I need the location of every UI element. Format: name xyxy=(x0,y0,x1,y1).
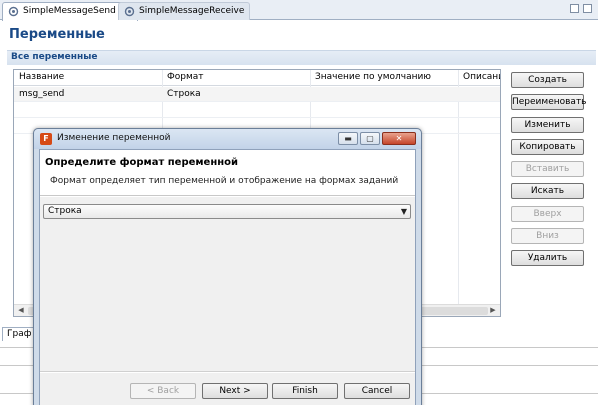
dialog-footer: < Back Next > Finish Cancel xyxy=(40,373,415,405)
minimize-icon[interactable] xyxy=(570,4,579,13)
cell-name: msg_send xyxy=(19,89,65,99)
maximize-icon[interactable] xyxy=(583,4,592,13)
chevron-down-icon[interactable]: ▼ xyxy=(401,207,407,216)
column-header-default[interactable]: Значение по умолчанию xyxy=(315,72,431,82)
back-button[interactable]: < Back xyxy=(130,383,196,399)
dialog-header-title: Определите формат переменной xyxy=(45,157,239,168)
column-header-format[interactable]: Формат xyxy=(167,72,204,82)
editor-tab-bar: SimpleMessageSend ⊠ SimpleMessageReceive xyxy=(0,0,598,21)
tab-graph[interactable]: Граф xyxy=(2,327,37,341)
column-header-name[interactable]: Название xyxy=(19,72,64,82)
scroll-right-icon[interactable]: ▶ xyxy=(488,306,498,316)
tab-label: SimpleMessageSend xyxy=(23,6,116,16)
move-up-button[interactable]: Вверх xyxy=(511,205,584,222)
paste-button[interactable]: Вставить xyxy=(511,161,584,178)
edit-variable-dialog: F Изменение переменной ▬ ▢ ✕ Определите фо… xyxy=(33,128,422,405)
maximize-icon[interactable]: ▢ xyxy=(360,132,380,145)
scroll-left-icon[interactable]: ◀ xyxy=(16,306,26,316)
dialog-header: Определите формат переменной Формат опре… xyxy=(40,150,415,196)
tab-simple-message-receive[interactable]: SimpleMessageReceive xyxy=(118,2,251,20)
variable-actions: Создать Переименовать Изменить Копироват… xyxy=(511,72,587,273)
dialog-content: Строка ▼ xyxy=(40,197,415,372)
cancel-button[interactable]: Cancel xyxy=(344,383,410,399)
process-icon xyxy=(8,6,19,17)
edit-button[interactable]: Изменить xyxy=(511,116,584,133)
copy-button[interactable]: Копировать xyxy=(511,138,584,155)
tab-label: SimpleMessageReceive xyxy=(139,6,245,16)
view-controls xyxy=(566,4,592,16)
dialog-title: Изменение переменной xyxy=(57,133,171,143)
minimize-icon[interactable]: ▬ xyxy=(338,132,358,145)
dialog-titlebar[interactable]: F Изменение переменной ▬ ▢ ✕ xyxy=(34,129,421,149)
window-controls: ▬ ▢ ✕ xyxy=(336,132,416,146)
format-select[interactable]: Строка ▼ xyxy=(43,204,411,219)
next-button[interactable]: Next > xyxy=(202,383,268,399)
search-button[interactable]: Искать xyxy=(511,183,584,200)
cell-format: Строка xyxy=(167,89,201,99)
process-icon xyxy=(124,6,135,17)
column-header-description[interactable]: Описание xyxy=(463,72,500,82)
dialog-body: Определите формат переменной Формат опре… xyxy=(39,149,416,405)
table-row xyxy=(14,103,500,118)
rename-button[interactable]: Переименовать xyxy=(511,94,587,111)
app-icon: F xyxy=(40,133,52,145)
delete-button[interactable]: Удалить xyxy=(511,250,584,267)
create-button[interactable]: Создать xyxy=(511,72,584,88)
move-down-button[interactable]: Вниз xyxy=(511,228,584,245)
page-title: Переменные xyxy=(9,27,105,42)
section-title: Все переменные xyxy=(11,52,98,62)
close-icon[interactable]: ✕ xyxy=(382,132,416,145)
table-header: Название Формат Значение по умолчанию Оп… xyxy=(14,70,500,86)
section-header: Все переменные xyxy=(7,50,596,65)
format-select-value: Строка xyxy=(48,206,82,216)
editor-window: SimpleMessageSend ⊠ SimpleMessageReceive… xyxy=(0,0,598,405)
dialog-header-description: Формат определяет тип переменной и отобр… xyxy=(50,176,399,186)
table-row[interactable]: msg_send Строка xyxy=(14,87,500,102)
finish-button[interactable]: Finish xyxy=(272,383,338,399)
